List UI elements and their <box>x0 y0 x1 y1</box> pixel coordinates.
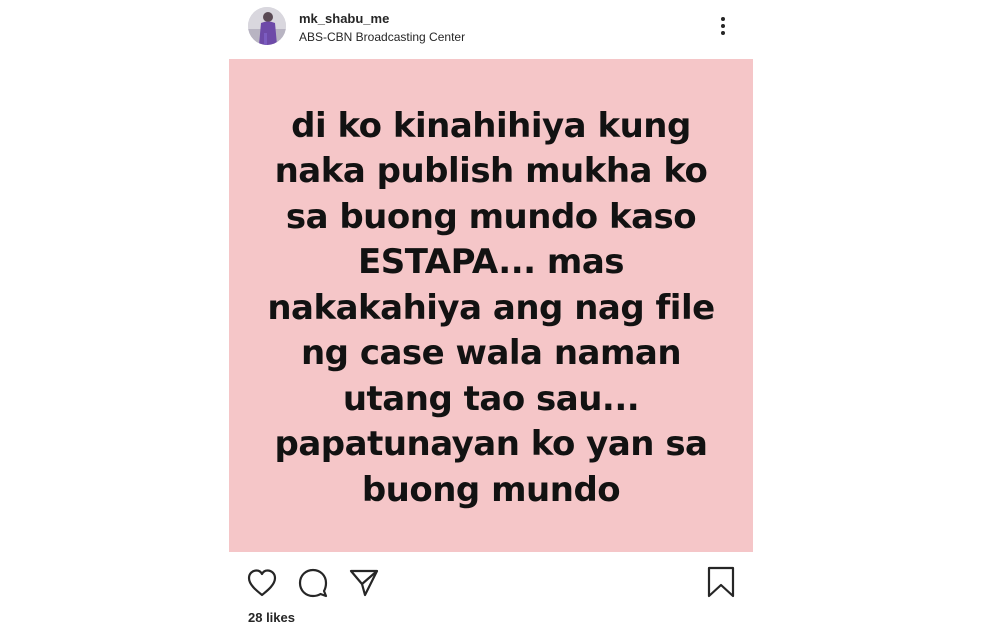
send-icon[interactable] <box>348 567 380 599</box>
post-image[interactable]: di ko kinahihiya kung naka publish mukha… <box>229 59 753 552</box>
comment-icon[interactable] <box>297 567 329 599</box>
post-image-text: di ko kinahihiya kung naka publish mukha… <box>267 105 715 510</box>
bookmark-icon[interactable] <box>705 566 737 598</box>
more-vertical-icon[interactable] <box>711 14 735 38</box>
avatar[interactable] <box>248 7 286 45</box>
post-header: mk_shabu_me ABS-CBN Broadcasting Center <box>243 4 753 54</box>
instagram-post: mk_shabu_me ABS-CBN Broadcasting Center … <box>0 0 1000 625</box>
likes-count[interactable]: 28 likes <box>248 610 295 625</box>
location[interactable]: ABS-CBN Broadcasting Center <box>299 30 465 44</box>
heart-icon[interactable] <box>246 567 278 599</box>
username[interactable]: mk_shabu_me <box>299 11 389 26</box>
